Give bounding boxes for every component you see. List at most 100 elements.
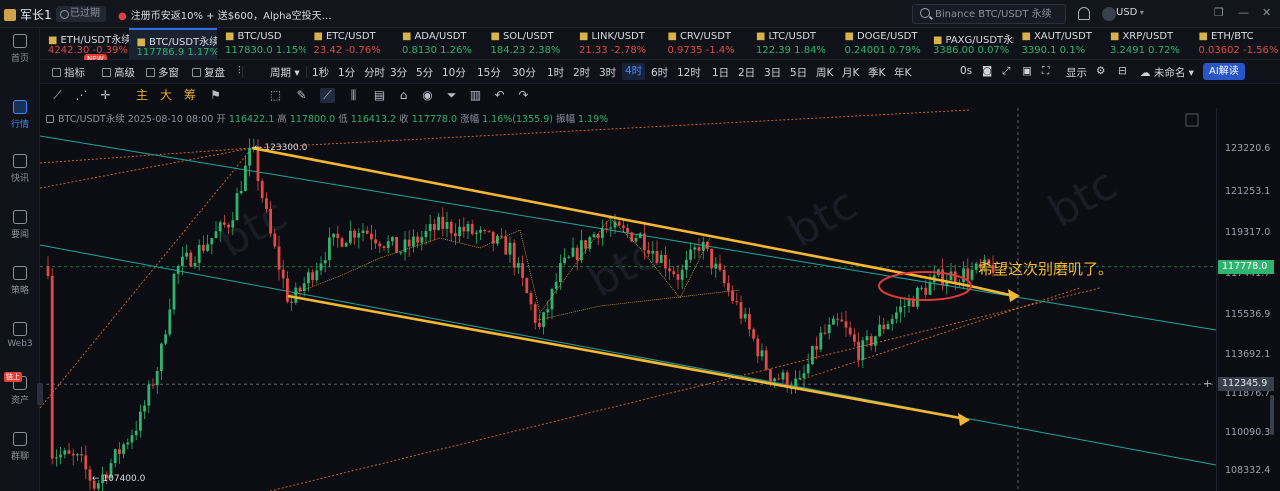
ticker-tab[interactable]: ■ XAUT/USDT 3390.1 0.1% [1014, 28, 1103, 60]
main-force-button[interactable]: 主 [136, 88, 151, 103]
interval-1时[interactable]: 1时 [547, 65, 564, 80]
interval-1秒[interactable]: 1秒 [312, 65, 329, 80]
avatar[interactable] [1102, 7, 1116, 21]
interval-年K[interactable]: 年K [894, 65, 911, 80]
expand-icon[interactable]: ⤢ [1002, 65, 1010, 78]
sidebar-item-0[interactable]: 首页 [0, 32, 40, 68]
lock-icon[interactable]: ⌂ [396, 88, 411, 103]
interval-6时[interactable]: 6时 [651, 65, 668, 80]
ticker-tab[interactable]: ■ LTC/USDT 122.39 1.84% [748, 28, 837, 60]
interval-月K[interactable]: 月K [842, 65, 859, 80]
interval-2日[interactable]: 2日 [738, 65, 755, 80]
ticker-tab[interactable]: ■PAXG/USDT永续3386.00 0.07% [925, 28, 1014, 60]
window-restore-icon[interactable]: ❐ [1214, 6, 1224, 19]
interval-季K[interactable]: 季K [868, 65, 885, 80]
eye-icon[interactable]: ◉ [420, 88, 435, 103]
interval-4时[interactable]: 4时 [622, 63, 646, 80]
candle-tool-icon[interactable]: ⫼ [346, 88, 361, 103]
ticker-tab[interactable]: ■ BTC/USD 117830.0 1.15% [217, 28, 306, 60]
flag-icon[interactable]: ⚑ [208, 88, 223, 103]
interval-5分[interactable]: 5分 [416, 65, 433, 80]
ticker-tab[interactable]: ■ SOL/USDT 184.23 2.38% [483, 28, 572, 60]
bell-icon[interactable] [1078, 7, 1090, 20]
camera-icon[interactable]: ◙ [982, 65, 992, 77]
minimize-icon[interactable]: — [1238, 6, 1249, 19]
cloud-layout-select[interactable]: ☁ 未命名 ▾ [1140, 65, 1194, 80]
promo-banner[interactable]: ● 注册币安返10% + 送$600，Alpha空投天… [118, 7, 332, 22]
star-icon[interactable]: ■ [402, 31, 411, 42]
sidebar-item-1[interactable]: 行情 [0, 98, 40, 134]
interval-1分[interactable]: 1分 [338, 65, 355, 80]
star-icon[interactable]: ■ [491, 31, 500, 42]
star-icon[interactable]: ■ [845, 31, 854, 42]
star-icon[interactable]: ■ [668, 31, 677, 42]
search-input[interactable] [935, 7, 1061, 21]
currency-select[interactable]: USD [1116, 7, 1144, 18]
star-icon[interactable]: ■ [1110, 31, 1119, 42]
ticker-tab[interactable]: ■ CRV/USDT 0.9735 -1.4% [660, 28, 749, 60]
magnet-icon[interactable]: ⋰ [74, 88, 89, 103]
sidebar-item-7[interactable]: 群聊 [0, 430, 40, 466]
ticker-tab[interactable]: ■ XRP/USDT 3.2491 0.72% [1102, 28, 1191, 60]
star-icon[interactable]: ■ [1022, 31, 1031, 42]
pencil-icon[interactable]: ✎ [294, 88, 309, 103]
close-icon[interactable]: ✕ [1262, 6, 1271, 19]
ai-interpret-button[interactable]: AI解读 [1203, 63, 1245, 80]
star-icon[interactable]: ■ [579, 31, 588, 42]
chips-button[interactable]: 筹 [184, 88, 199, 103]
sidebar-item-2[interactable]: 快讯 [0, 152, 40, 188]
interval-15分[interactable]: 15分 [477, 65, 501, 80]
sidebar-item-6[interactable]: 链上 资产 [0, 372, 40, 410]
sidebar-item-4[interactable]: 策略 [0, 264, 40, 300]
template-icon[interactable]: ⊟ [1118, 65, 1127, 77]
crosshair-icon[interactable]: ✛ [98, 88, 113, 103]
expired-badge[interactable]: 已过期 [56, 6, 106, 22]
sidebar-collapse-handle[interactable] [37, 383, 43, 405]
chart-type-icon[interactable]: ⫶ [238, 65, 241, 78]
user-name[interactable]: 军长1 [4, 6, 52, 23]
interval-3分[interactable]: 3分 [390, 65, 407, 80]
filter-icon[interactable]: ⏷ [444, 88, 459, 103]
star-icon[interactable]: ■ [756, 31, 765, 42]
interval-12时[interactable]: 12时 [677, 65, 701, 80]
interval-3日[interactable]: 3日 [764, 65, 781, 80]
add-alert-icon[interactable]: + [1203, 377, 1215, 390]
big-order-button[interactable]: 大 [160, 88, 175, 103]
ticker-tab[interactable]: ■ ETC/USDT 23.42 -0.76% [306, 28, 395, 60]
ticker-tab[interactable]: ■ DOGE/USDT 0.24001 0.79% [837, 28, 926, 60]
interval-分时[interactable]: 分时 [364, 65, 385, 80]
trash-icon[interactable]: ▥ [468, 88, 483, 103]
select-tool-icon[interactable]: ⬚ [268, 88, 283, 103]
replay-button[interactable]: 复盘 [192, 65, 225, 80]
price-chart-svg[interactable]: btc btc btc btc 希望这次别磨叽了。 ← 123300.0 ← 107400.… [40, 108, 1280, 491]
undo-icon[interactable]: ↶ [492, 88, 507, 103]
search-box[interactable] [912, 4, 1066, 24]
advanced-button[interactable]: 高级 [102, 65, 135, 80]
interval-2时[interactable]: 2时 [573, 65, 590, 80]
layout-icon[interactable]: ▣ [1022, 65, 1032, 77]
redo-icon[interactable]: ↷ [516, 88, 531, 103]
ticker-tab[interactable]: ■ LINK/USDT 21.33 -2.78% [571, 28, 660, 60]
clipboard-icon[interactable]: ▤ [372, 88, 387, 103]
sidebar-item-5[interactable]: Web3 [0, 320, 40, 356]
period-dropdown[interactable]: 周期 ▾ [270, 65, 300, 80]
interval-5日[interactable]: 5日 [790, 65, 807, 80]
price-chart[interactable]: btc btc btc btc 希望这次别磨叽了。 ← 123300.0 ← 107400.… [40, 108, 1280, 491]
star-icon[interactable]: ■ [314, 31, 323, 42]
interval-3时[interactable]: 3时 [599, 65, 616, 80]
ticker-tab[interactable]: ■ ETH/BTC 0.03602 -1.56% [1191, 28, 1280, 60]
interval-10分[interactable]: 10分 [442, 65, 466, 80]
star-icon[interactable]: ■ [225, 31, 234, 42]
trend-line-tool-icon[interactable]: ⟋ [320, 88, 335, 103]
ticker-tab[interactable]: ■ BTC/USDT永续 117786.9 1.17% [128, 28, 217, 60]
ruler-icon[interactable]: ⟋ [50, 88, 65, 103]
ticker-tab[interactable]: ■ ADA/USDT 0.8130 1.26% [394, 28, 483, 60]
settings-gear-icon[interactable]: ⚙ [1096, 65, 1105, 77]
sidebar-item-3[interactable]: 要闻 [0, 208, 40, 244]
interval-周K[interactable]: 周K [816, 65, 833, 80]
scrollbar[interactable] [1270, 395, 1274, 435]
fullscreen-icon[interactable]: ⛶ [1042, 65, 1049, 78]
interval-1日[interactable]: 1日 [712, 65, 729, 80]
indicators-button[interactable]: 指标 [52, 65, 85, 80]
display-button[interactable]: 显示 [1066, 65, 1087, 80]
